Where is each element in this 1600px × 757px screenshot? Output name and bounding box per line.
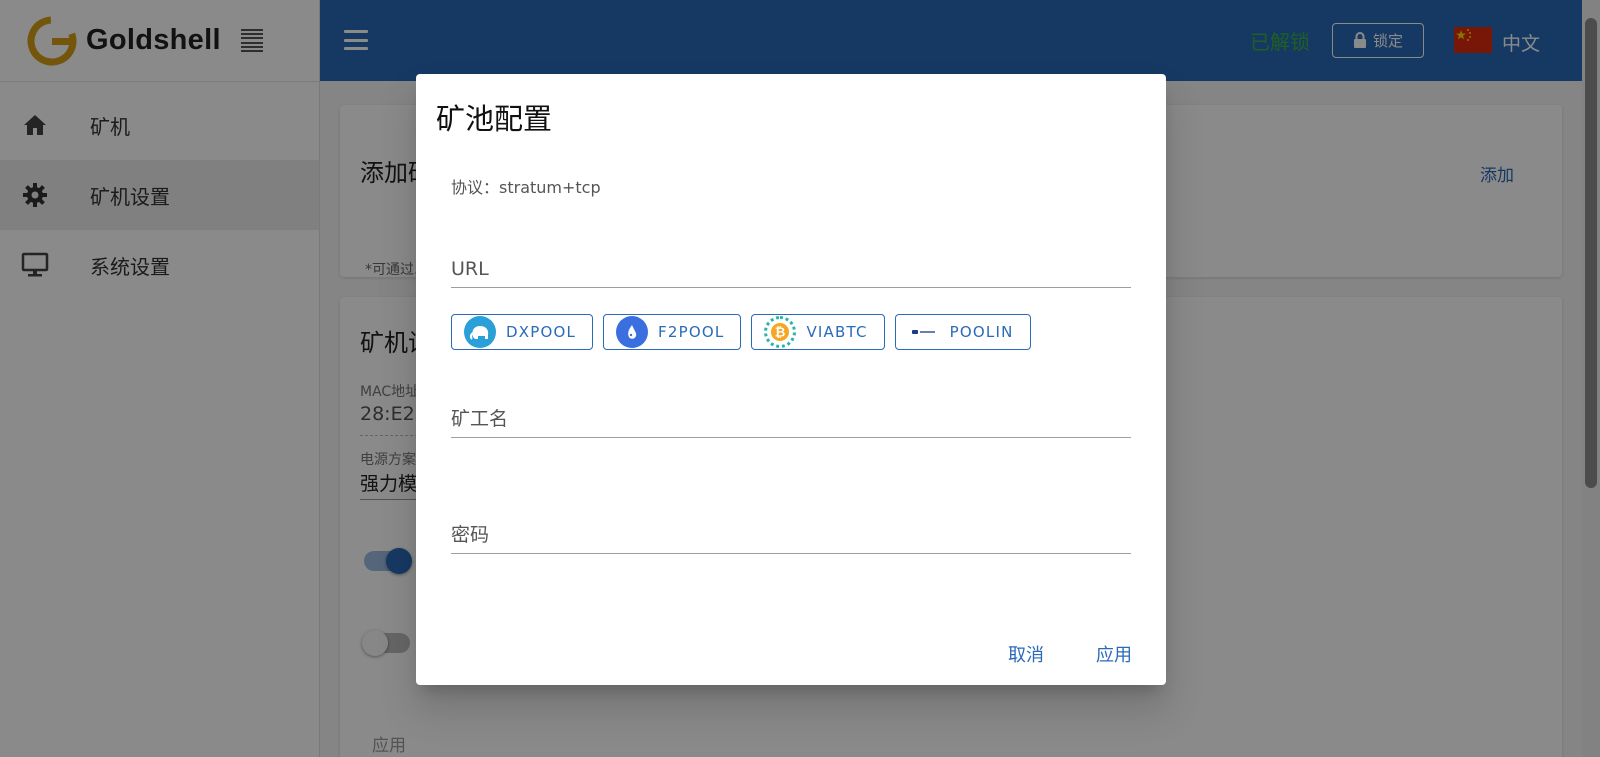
apply-button[interactable]: 应用 — [1096, 641, 1132, 667]
url-input[interactable] — [451, 244, 1131, 287]
pool-label: DXPOOL — [506, 323, 577, 341]
poolin-button[interactable]: POOLIN — [894, 314, 1031, 350]
viabtc-button[interactable]: ₿ VIABTC — [751, 314, 885, 350]
svg-text:₿: ₿ — [775, 325, 786, 340]
poolin-logo-icon — [908, 316, 940, 348]
pool-config-dialog: 矿池配置 协议：stratum+tcp DXPOOL F2POOL ₿ VIAB… — [416, 74, 1166, 685]
dialog-title: 矿池配置 — [436, 102, 553, 136]
password-input[interactable] — [451, 510, 1131, 553]
f2pool-button[interactable]: F2POOL — [603, 314, 742, 350]
protocol-text: 协议：stratum+tcp — [451, 178, 601, 197]
f2pool-fish-icon — [616, 316, 649, 348]
cancel-button[interactable]: 取消 — [1008, 641, 1044, 667]
viabtc-bitcoin-icon: ₿ — [764, 316, 797, 348]
password-field — [451, 510, 1131, 554]
dxpool-button[interactable]: DXPOOL — [451, 314, 594, 350]
pool-presets: DXPOOL F2POOL ₿ VIABTC POOLIN — [451, 314, 1041, 350]
pool-label: POOLIN — [949, 323, 1014, 341]
dialog-actions: 取消 应用 — [956, 641, 1132, 667]
url-field — [451, 244, 1131, 288]
worker-field — [451, 394, 1131, 438]
dxpool-elephant-icon — [464, 316, 496, 348]
worker-name-input[interactable] — [451, 394, 1131, 437]
pool-label: VIABTC — [806, 323, 868, 341]
pool-label: F2POOL — [658, 323, 725, 341]
